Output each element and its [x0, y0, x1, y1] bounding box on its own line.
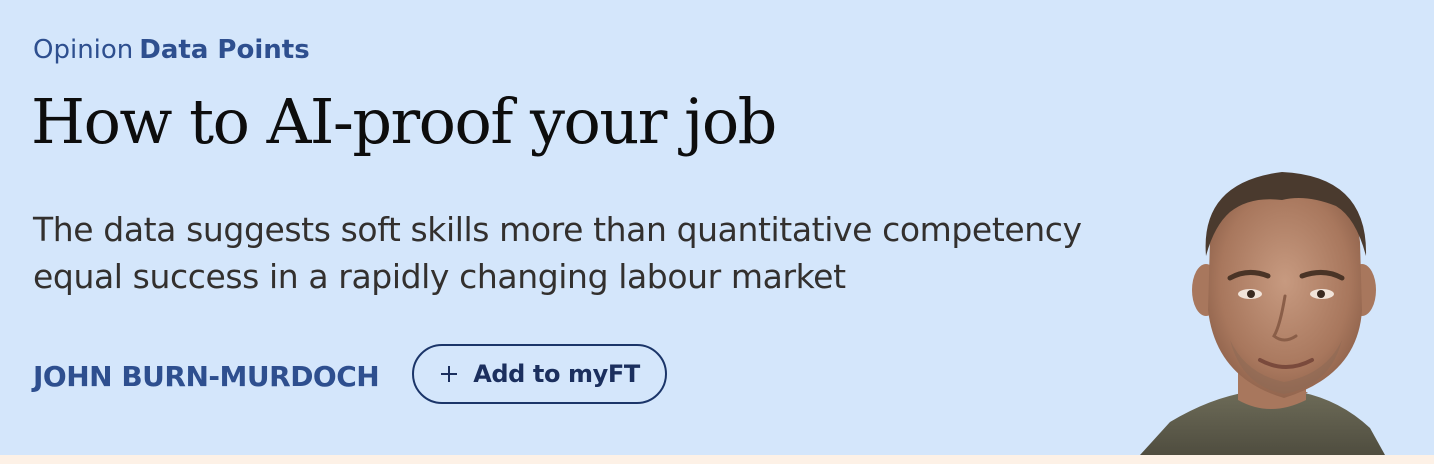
article-headline: How to AI-proof your job	[31, 85, 777, 158]
add-to-myft-label: Add to myFT	[473, 360, 640, 388]
article-standfirst: The data suggests soft skills more than …	[33, 210, 1082, 296]
author-headshot	[1140, 172, 1385, 455]
author-link[interactable]: JOHN BURN-MURDOCH	[33, 358, 380, 396]
topic-kicker: Opinion Data Points	[33, 33, 310, 67]
add-to-myft-button[interactable]: Add to myFT	[412, 344, 667, 404]
plus-icon	[441, 366, 458, 382]
article-header: Opinion Data Points How to AI-proof your …	[0, 0, 1434, 455]
series-link-data-points[interactable]: Data Points	[139, 35, 309, 65]
opinion-link[interactable]: Opinion	[33, 35, 133, 65]
